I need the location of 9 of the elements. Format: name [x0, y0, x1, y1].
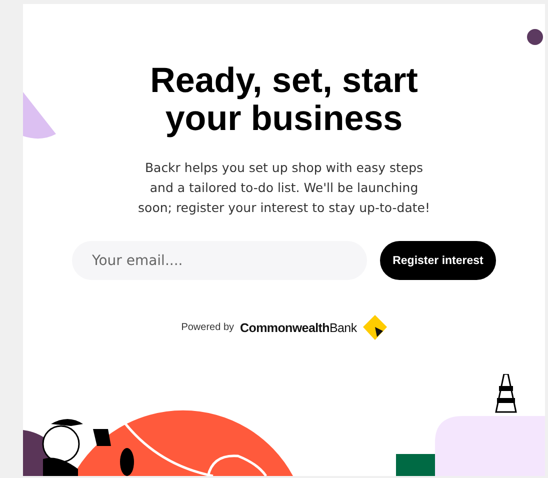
register-button[interactable]: Register interest	[380, 241, 496, 280]
page-heading: Ready, set, start your business	[149, 62, 419, 138]
brand-logo-text: CommonwealthBank	[240, 320, 357, 334]
dot-shape	[527, 29, 543, 45]
email-field[interactable]: Your email....	[72, 241, 367, 280]
powered-by-text: Powered by	[181, 322, 234, 333]
description-text: Backr helps you set up shop with easy steps and a tailored to-do list. We'll be launching soon; register your interest to stay up-to-date!	[137, 159, 431, 217]
lavender-shape	[23, 92, 56, 140]
diamond-logo-icon	[362, 315, 387, 340]
